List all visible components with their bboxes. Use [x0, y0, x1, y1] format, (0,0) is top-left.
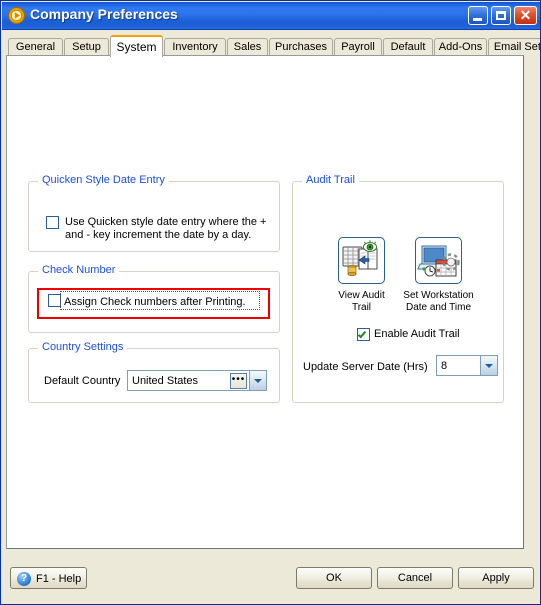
tab-default[interactable]: Default	[383, 38, 433, 56]
update-server-date-value: 8	[441, 359, 448, 372]
tab-general[interactable]: General	[8, 38, 63, 56]
default-country-label: Default Country	[44, 375, 121, 387]
quicken-style-date-entry-label-line1: Use Quicken style date entry where the +	[65, 216, 267, 228]
quicken-style-date-entry-checkbox[interactable]	[46, 216, 59, 229]
app-play-circle-icon	[8, 7, 25, 24]
group-audit-trail-legend: Audit Trail	[302, 174, 359, 186]
help-button-label: F1 - Help	[36, 573, 82, 585]
set-workstation-caption-line2: Date and Time	[405, 302, 472, 313]
title-bar: Company Preferences ✕	[2, 2, 540, 30]
window-title: Company Preferences	[30, 6, 178, 22]
view-audit-trail-caption-line1: View Audit	[338, 290, 385, 301]
minimize-button[interactable]	[468, 6, 488, 25]
tab-purchases[interactable]: Purchases	[269, 38, 333, 56]
group-quicken-style-date-entry: Quicken Style Date Entry Use Quicken sty…	[28, 174, 280, 252]
minimize-icon	[473, 18, 482, 21]
group-country-settings-legend: Country Settings	[38, 341, 128, 353]
enable-audit-trail-label: Enable Audit Trail	[374, 328, 460, 340]
help-icon: ?	[17, 572, 31, 586]
cancel-button[interactable]: Cancel	[377, 567, 453, 589]
chevron-down-icon[interactable]	[480, 356, 497, 375]
tab-setup[interactable]: Setup	[64, 38, 109, 56]
tab-payroll[interactable]: Payroll	[334, 38, 382, 56]
update-server-date-combobox[interactable]: 8	[436, 355, 498, 376]
group-check-number-legend: Check Number	[38, 264, 120, 276]
close-button[interactable]: ✕	[514, 6, 537, 25]
maximize-button[interactable]	[491, 6, 511, 25]
group-check-number: Check Number Assign Check numbers after …	[28, 264, 280, 333]
view-audit-trail-icon	[342, 239, 378, 277]
chevron-down-icon[interactable]	[249, 371, 266, 390]
view-audit-trail-button[interactable]	[338, 237, 385, 284]
tab-inventory[interactable]: Inventory	[164, 38, 226, 56]
update-server-date-label: Update Server Date (Hrs)	[303, 361, 428, 373]
maximize-icon	[496, 11, 506, 20]
tab-sales[interactable]: Sales	[227, 38, 268, 56]
set-workstation-caption-line1: Set Workstation	[403, 290, 474, 301]
default-country-value: United States	[132, 374, 199, 387]
view-audit-trail-caption-line2: Trail	[351, 302, 372, 313]
tab-add-ons[interactable]: Add-Ons	[434, 38, 487, 56]
tab-system[interactable]: System	[110, 35, 163, 57]
enable-audit-trail-checkbox[interactable]	[357, 328, 370, 341]
apply-button[interactable]: Apply	[458, 567, 534, 589]
assign-check-numbers-label: Assign Check numbers after Printing.	[64, 296, 246, 308]
group-audit-trail: Audit Trail View Audit Trail Set Worksta…	[292, 174, 504, 403]
tab-strip: General Setup System Inventory Sales Purchase…	[6, 35, 540, 57]
set-workstation-date-time-icon	[417, 245, 460, 277]
quicken-style-date-entry-label-line2: and - key increment the date by a day.	[65, 229, 252, 241]
system-tab-page: Quicken Style Date Entry Use Quicken sty…	[6, 55, 524, 549]
set-workstation-date-time-button[interactable]	[415, 237, 462, 284]
close-icon: ✕	[519, 7, 532, 23]
tab-email-setup[interactable]: Email Setup	[488, 38, 540, 56]
help-button[interactable]: ? F1 - Help	[10, 567, 87, 589]
default-country-browse-button[interactable]: •••	[230, 372, 247, 389]
default-country-combobox[interactable]: United States •••	[127, 370, 267, 391]
group-country-settings: Country Settings Default Country United …	[28, 341, 280, 403]
company-preferences-window: Company Preferences ✕ General Setup System…	[0, 0, 541, 605]
group-quicken-legend: Quicken Style Date Entry	[38, 174, 169, 186]
ok-button[interactable]: OK	[296, 567, 372, 589]
